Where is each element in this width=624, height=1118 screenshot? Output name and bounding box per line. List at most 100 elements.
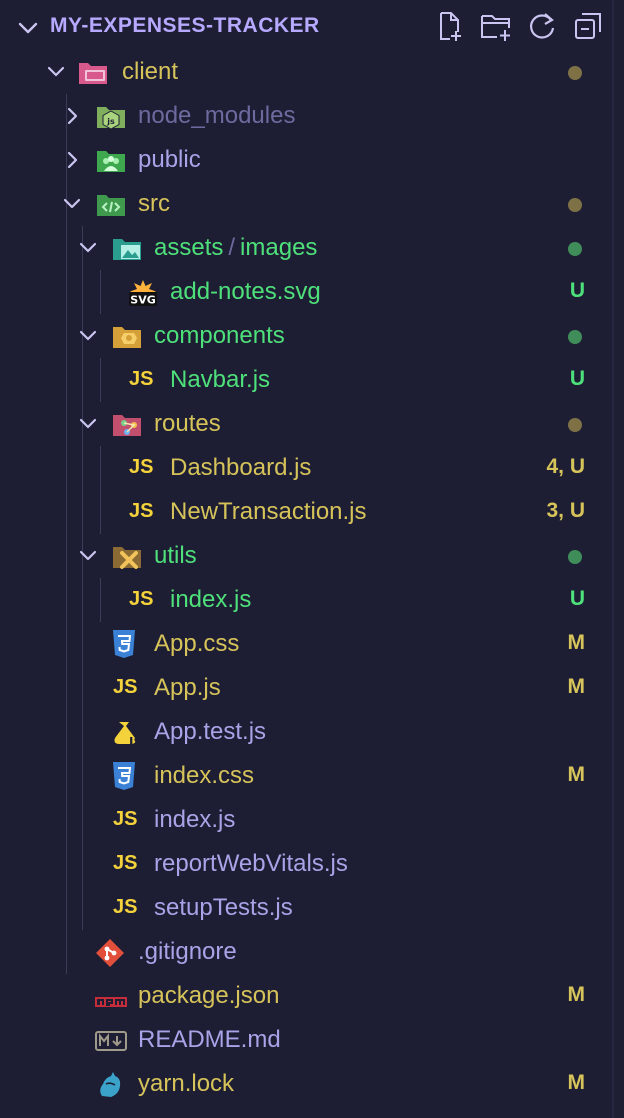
chevron-down-icon[interactable]: [44, 60, 68, 84]
tree-item-label: Navbar.js: [170, 366, 271, 393]
js-file-icon: JS: [129, 368, 154, 390]
folder-row-routes[interactable]: routes: [0, 402, 612, 446]
tree-item-label-compact: images: [240, 234, 318, 261]
file-row-gitignore[interactable]: .gitignore: [0, 930, 612, 974]
git-status-badge: M: [567, 1071, 586, 1094]
file-row-dashboard-js[interactable]: JS Dashboard.js 4, U: [0, 446, 612, 490]
tree-item-label: reportWebVitals.js: [154, 850, 348, 877]
git-status-badge: U: [569, 587, 585, 610]
file-row-index-js[interactable]: JS index.js: [0, 798, 612, 842]
js-file-icon: JS: [129, 588, 154, 610]
tree-item-label: index.js: [154, 806, 236, 833]
js-file-icon: JS: [129, 500, 154, 522]
git-file-icon: [95, 938, 125, 967]
new-file-icon[interactable]: [434, 10, 466, 42]
collapse-all-icon[interactable]: [572, 10, 604, 42]
git-status-badge: 3, U: [546, 499, 585, 522]
css-file-icon: [111, 761, 141, 790]
js-file-icon: JS: [113, 676, 138, 698]
path-separator: /: [228, 234, 236, 261]
svg-text:js: js: [106, 117, 115, 126]
file-row-app-js[interactable]: JS App.js M: [0, 666, 612, 710]
explorer-title: MY-EXPENSES-TRACKER: [50, 14, 320, 37]
file-row-package-json[interactable]: package.json M: [0, 974, 612, 1018]
file-row-app-test-js[interactable]: JS App.test.js: [0, 710, 612, 754]
git-status-badge: M: [567, 763, 586, 786]
yarn-file-icon: [95, 1070, 125, 1098]
tree-item-label: App.css: [154, 630, 240, 657]
tree-item-label: App.test.js: [154, 718, 267, 745]
file-row-readme-md[interactable]: README.md: [0, 1018, 612, 1062]
chevron-down-icon[interactable]: [76, 324, 100, 348]
tree-item-label: client: [122, 58, 179, 85]
git-status-dot: [568, 418, 582, 432]
tree-item-label: .gitignore: [138, 938, 237, 965]
folder-components-icon: [112, 322, 142, 350]
git-status-dot: [568, 66, 582, 80]
tree-item-label: README.md: [138, 1026, 281, 1053]
git-status-badge: M: [567, 983, 586, 1006]
explorer-header[interactable]: MY-EXPENSES-TRACKER: [0, 6, 612, 50]
file-row-newtransaction-js[interactable]: JS NewTransaction.js 3, U: [0, 490, 612, 534]
chevron-down-icon[interactable]: [60, 192, 84, 216]
folder-images-icon: [112, 234, 142, 262]
svg-file-icon: SVG: [128, 278, 158, 307]
tree-item-label: index.js: [170, 586, 252, 613]
npm-file-icon: [95, 990, 127, 1018]
folder-row-assets[interactable]: assets / images: [0, 226, 612, 270]
git-status-dot: [568, 242, 582, 256]
tree-item-label: node_modules: [138, 102, 296, 129]
chevron-right-icon[interactable]: [60, 104, 84, 128]
file-row-navbar-js[interactable]: JS Navbar.js U: [0, 358, 612, 402]
chevron-down-icon[interactable]: [76, 544, 100, 568]
git-status-badge: M: [567, 631, 586, 654]
tree-item-label: index.css: [154, 762, 255, 789]
explorer-actions: [434, 10, 604, 42]
folder-row-components[interactable]: components: [0, 314, 612, 358]
new-folder-icon[interactable]: [480, 10, 512, 42]
git-status-badge: U: [569, 367, 585, 390]
folder-node-icon: js: [96, 102, 126, 130]
svg-text:JS: JS: [128, 735, 141, 748]
file-row-app-css[interactable]: App.css M: [0, 622, 612, 666]
folder-routes-icon: [112, 410, 142, 438]
chevron-down-icon[interactable]: [76, 236, 100, 260]
chevron-down-icon[interactable]: [16, 16, 40, 40]
folder-row-src[interactable]: src: [0, 182, 612, 226]
tree-item-label: components: [154, 322, 285, 349]
git-status-dot: [568, 198, 582, 212]
tree-item-label: Dashboard.js: [170, 454, 312, 481]
file-row-add-notes-svg[interactable]: SVG add-notes.svg U: [0, 270, 612, 314]
folder-row-node-modules[interactable]: js node_modules: [0, 94, 612, 138]
tree-item-label: yarn.lock: [138, 1070, 235, 1097]
folder-client-icon: [78, 58, 108, 86]
refresh-icon[interactable]: [526, 10, 558, 42]
js-file-icon: JS: [113, 852, 138, 874]
chevron-down-icon[interactable]: [76, 412, 100, 436]
file-row-index-css[interactable]: index.css M: [0, 754, 612, 798]
test-js-file-icon: JS: [111, 718, 142, 749]
file-row-yarn-lock[interactable]: yarn.lock M: [0, 1062, 612, 1106]
file-row-index-js[interactable]: JS index.js U: [0, 578, 612, 622]
tree-item-label: NewTransaction.js: [170, 498, 367, 525]
explorer-panel: MY-EXPENSES-TRACKER client js node_modules…: [0, 0, 614, 1118]
tree-item-label: add-notes.svg: [170, 278, 321, 305]
folder-row-utils[interactable]: utils: [0, 534, 612, 578]
tree-item-label: src: [138, 190, 170, 217]
tree-item-label: App.js: [154, 674, 221, 701]
tree-item-label: package.json: [138, 982, 280, 1009]
svg-text:SVG: SVG: [130, 294, 155, 307]
file-row-reportwebvitals-js[interactable]: JS reportWebVitals.js: [0, 842, 612, 886]
git-status-badge: M: [567, 675, 586, 698]
folder-row-client[interactable]: client: [0, 50, 612, 94]
tree-item-label: routes: [154, 410, 221, 437]
folder-src-icon: [96, 190, 126, 218]
folder-row-public[interactable]: public: [0, 138, 612, 182]
git-status-badge: U: [569, 279, 585, 302]
tree-item-label: utils: [154, 542, 197, 569]
chevron-right-icon[interactable]: [60, 148, 84, 172]
folder-public-icon: [96, 146, 126, 174]
markdown-file-icon: [95, 1030, 127, 1058]
file-row-setuptests-js[interactable]: JS setupTests.js: [0, 886, 612, 930]
git-status-dot: [568, 550, 582, 564]
